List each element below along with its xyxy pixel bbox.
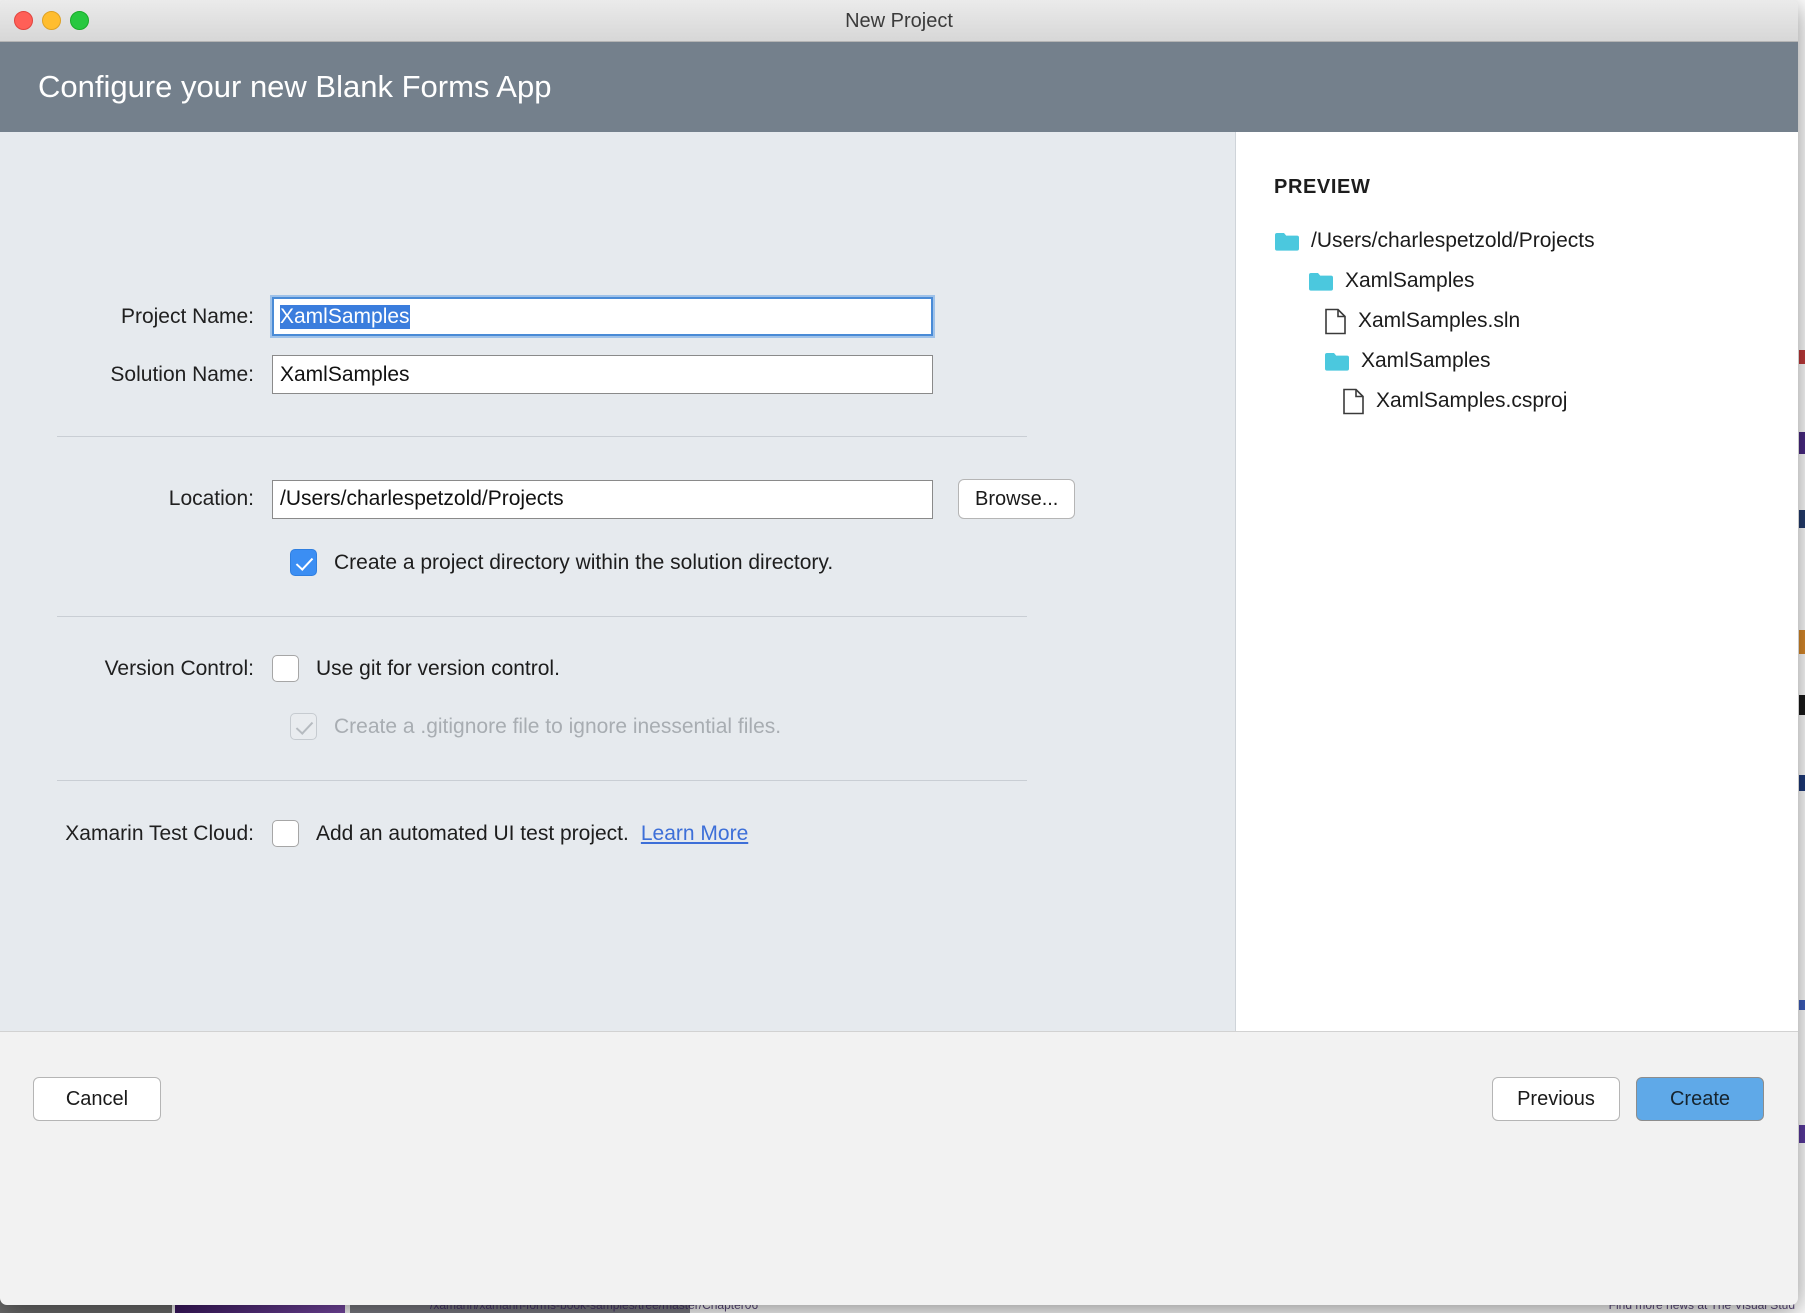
dialog-footer: Cancel Previous Create <box>0 1031 1798 1161</box>
project-directory-label: Create a project directory within the so… <box>334 551 833 575</box>
preview-item-label: XamlSamples.csproj <box>1376 389 1567 413</box>
footer-right-actions: Previous Create <box>1492 1077 1764 1121</box>
new-project-dialog: New Project Configure your new Blank For… <box>0 0 1798 1305</box>
project-name-row: Project Name: XamlSamples <box>0 297 1235 336</box>
preview-item-label: XamlSamples.sln <box>1358 309 1520 333</box>
backdrop-sliver-3 <box>1799 510 1805 528</box>
separator-3 <box>57 780 1027 781</box>
project-directory-checkbox[interactable] <box>290 549 317 576</box>
separator-2 <box>57 616 1027 617</box>
backdrop-sliver-7 <box>1799 1000 1805 1010</box>
solution-name-label: Solution Name: <box>0 363 272 387</box>
gitignore-label: Create a .gitignore file to ignore iness… <box>334 715 781 739</box>
separator-1 <box>57 436 1027 437</box>
preview-title: PREVIEW <box>1274 176 1798 199</box>
ui-test-checkbox[interactable] <box>272 820 299 847</box>
folder-icon <box>1308 271 1334 292</box>
project-directory-row[interactable]: Create a project directory within the so… <box>0 549 1235 576</box>
project-name-label: Project Name: <box>0 305 272 329</box>
backdrop-sliver-4 <box>1799 630 1805 654</box>
preview-tree-item: /Users/charlespetzold/Projects <box>1274 221 1798 261</box>
preview-tree-item: XamlSamples.sln <box>1324 301 1798 341</box>
preview-item-label: /Users/charlespetzold/Projects <box>1311 229 1595 253</box>
gitignore-row: Create a .gitignore file to ignore iness… <box>0 713 1235 740</box>
location-input[interactable]: /Users/charlespetzold/Projects <box>272 480 933 519</box>
location-value: /Users/charlespetzold/Projects <box>280 487 564 511</box>
ui-test-label: Add an automated UI test project. <box>316 822 629 846</box>
preview-tree-item: XamlSamples <box>1308 261 1798 301</box>
folder-icon <box>1274 231 1300 252</box>
backdrop-sliver-6 <box>1799 775 1805 791</box>
solution-name-row: Solution Name: XamlSamples <box>0 355 1235 394</box>
page-title: Configure your new Blank Forms App <box>38 69 551 105</box>
browse-button[interactable]: Browse... <box>958 479 1075 519</box>
window-titlebar: New Project <box>0 0 1798 42</box>
use-git-checkbox[interactable] <box>272 655 299 682</box>
file-icon <box>1342 388 1365 415</box>
project-name-value: XamlSamples <box>280 305 410 329</box>
location-row: Location: /Users/charlespetzold/Projects… <box>0 479 1235 519</box>
footer-left-actions: Cancel <box>33 1077 161 1121</box>
solution-name-input[interactable]: XamlSamples <box>272 355 933 394</box>
location-label: Location: <box>0 487 272 511</box>
create-button[interactable]: Create <box>1636 1077 1764 1121</box>
window-title: New Project <box>0 10 1798 33</box>
dialog-body: Project Name: XamlSamples Solution Name:… <box>0 132 1798 1031</box>
version-control-row[interactable]: Version Control: Use git for version con… <box>0 655 1235 682</box>
use-git-label: Use git for version control. <box>316 657 560 681</box>
learn-more-link[interactable]: Learn More <box>641 822 748 846</box>
dialog-header-banner: Configure your new Blank Forms App <box>0 42 1798 132</box>
xamarin-test-cloud-label: Xamarin Test Cloud: <box>0 822 272 846</box>
version-control-label: Version Control: <box>0 657 272 681</box>
preview-item-label: XamlSamples <box>1361 349 1491 373</box>
preview-tree-item: XamlSamples <box>1324 341 1798 381</box>
backdrop-sliver-8 <box>1799 1125 1805 1143</box>
backdrop-sliver-2 <box>1799 432 1805 454</box>
file-icon <box>1324 308 1347 335</box>
preview-item-label: XamlSamples <box>1345 269 1475 293</box>
preview-pane: PREVIEW /Users/charlespetzold/Projects X… <box>1235 132 1798 1031</box>
project-name-input[interactable]: XamlSamples <box>272 297 933 336</box>
gitignore-checkbox <box>290 713 317 740</box>
cancel-button[interactable]: Cancel <box>33 1077 161 1121</box>
previous-button[interactable]: Previous <box>1492 1077 1620 1121</box>
form-pane: Project Name: XamlSamples Solution Name:… <box>0 132 1235 1031</box>
folder-icon <box>1324 351 1350 372</box>
solution-name-value: XamlSamples <box>280 363 410 387</box>
backdrop-sliver-1 <box>1799 350 1805 364</box>
xamarin-test-cloud-row[interactable]: Xamarin Test Cloud: Add an automated UI … <box>0 820 1235 847</box>
backdrop-sliver-5 <box>1799 695 1805 715</box>
preview-tree-item: XamlSamples.csproj <box>1342 381 1798 421</box>
